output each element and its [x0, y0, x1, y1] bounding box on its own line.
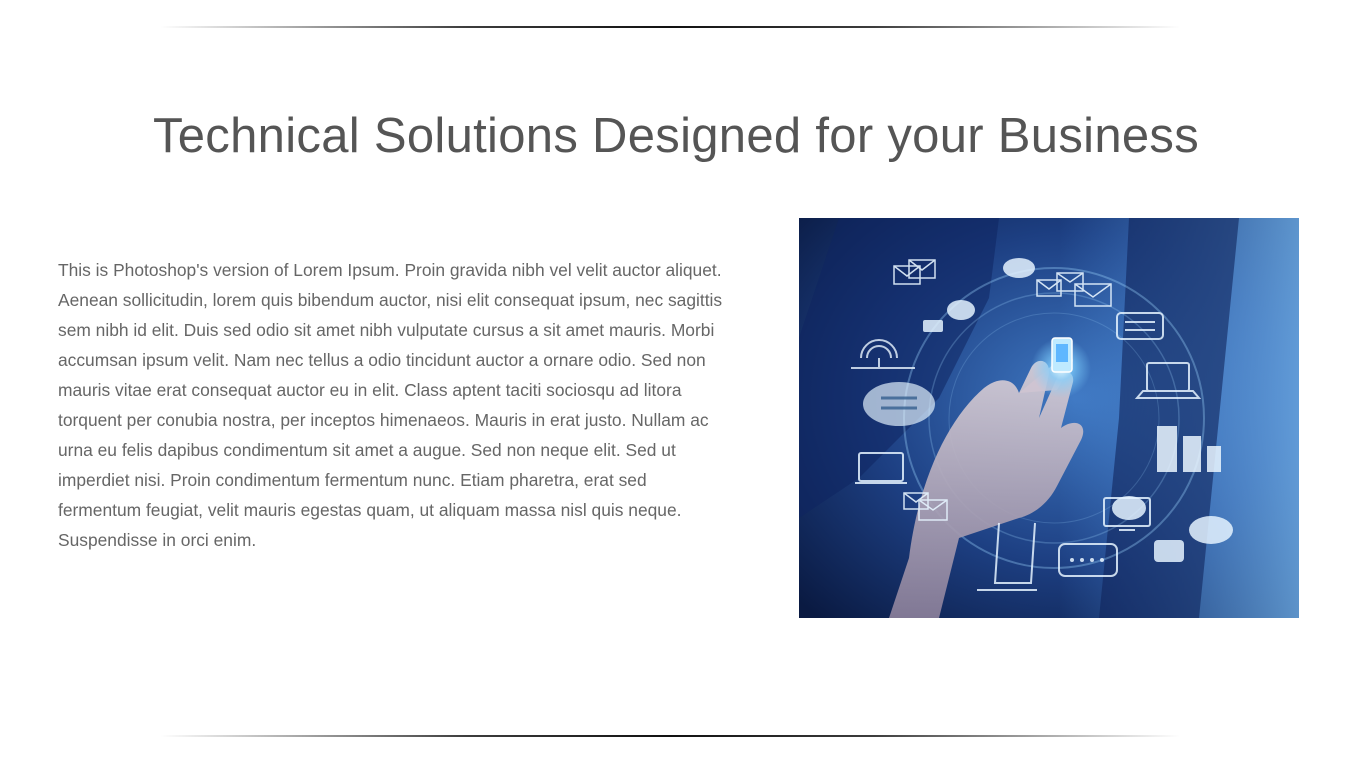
body-paragraph: This is Photoshop's version of Lorem Ips…: [58, 260, 723, 550]
technology-photo: [799, 218, 1299, 618]
slide: Technical Solutions Designed for your Bu…: [0, 0, 1360, 763]
bottom-divider: [160, 735, 1180, 737]
top-divider: [160, 26, 1180, 28]
slide-title: Technical Solutions Designed for your Bu…: [152, 109, 1200, 163]
